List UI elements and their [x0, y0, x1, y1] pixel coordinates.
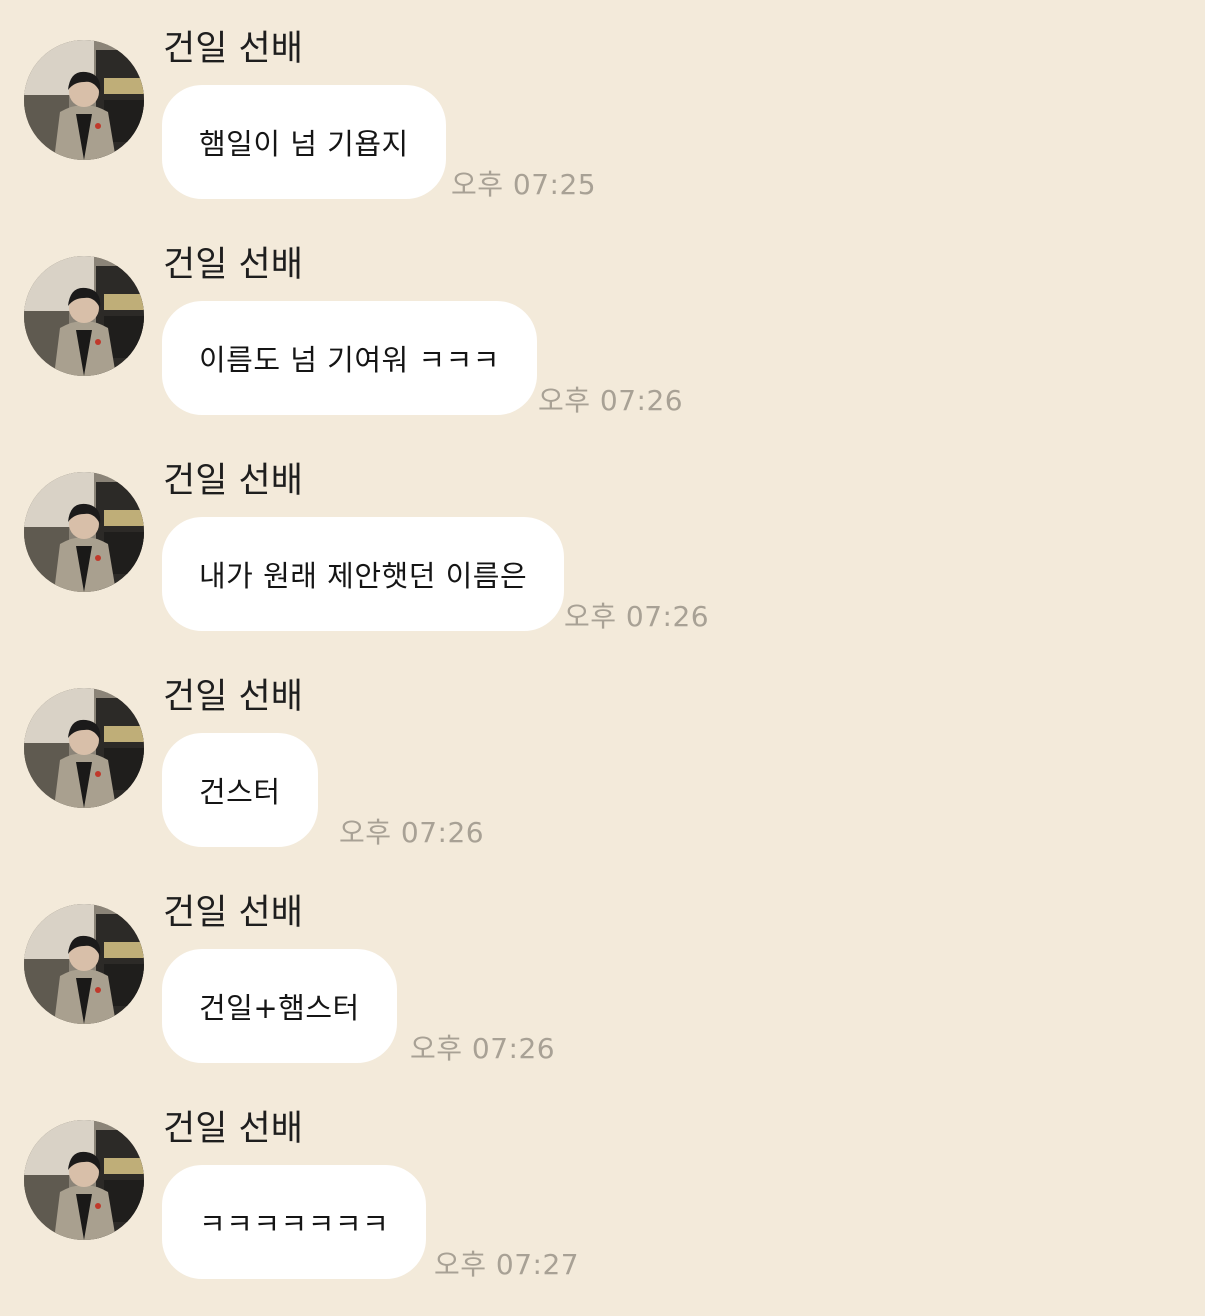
- chat-message: 건일 선배 건스터 오후 07:26: [0, 648, 1205, 849]
- chat-message: 건일 선배 햄일이 넘 기욥지 오후 07:25: [0, 0, 1205, 201]
- message-timestamp: 오후 07:26: [339, 816, 485, 849]
- message-bubble[interactable]: 건스터: [162, 733, 318, 847]
- sender-name: 건일 선배: [163, 29, 303, 69]
- sender-name: 건일 선배: [163, 1109, 303, 1149]
- sender-name: 건일 선배: [163, 245, 303, 285]
- sender-avatar[interactable]: [24, 472, 144, 592]
- message-bubble[interactable]: 이름도 넘 기여워 ㅋㅋㅋ: [162, 301, 537, 415]
- message-timestamp: 오후 07:27: [434, 1248, 580, 1281]
- message-bubble[interactable]: 내가 원래 제안햇던 이름은: [162, 517, 565, 631]
- message-text: 햄일이 넘 기욥지: [199, 127, 409, 161]
- sender-avatar[interactable]: [24, 40, 144, 160]
- message-bubble[interactable]: ㅋㅋㅋㅋㅋㅋㅋ: [162, 1165, 427, 1279]
- sender-name: 건일 선배: [163, 893, 303, 933]
- sender-avatar[interactable]: [24, 256, 144, 376]
- message-text: ㅋㅋㅋㅋㅋㅋㅋ: [199, 1207, 390, 1241]
- chat-message: 건일 선배 내가 원래 제안햇던 이름은 오후 07:26: [0, 432, 1205, 633]
- message-text: 이름도 넘 기여워 ㅋㅋㅋ: [199, 343, 500, 377]
- message-text: 건일+햄스터: [199, 991, 360, 1025]
- message-bubble[interactable]: 건일+햄스터: [162, 949, 397, 1063]
- sender-name: 건일 선배: [163, 677, 303, 717]
- message-text: 내가 원래 제안햇던 이름은: [199, 559, 528, 593]
- message-text: 건스터: [199, 775, 281, 809]
- sender-avatar[interactable]: [24, 688, 144, 808]
- message-timestamp: 오후 07:26: [410, 1032, 556, 1065]
- sender-avatar[interactable]: [24, 904, 144, 1024]
- message-timestamp: 오후 07:26: [538, 384, 684, 417]
- chat-message: 건일 선배 이름도 넘 기여워 ㅋㅋㅋ 오후 07:26: [0, 216, 1205, 417]
- chat-message: 건일 선배 건일+햄스터 오후 07:26: [0, 864, 1205, 1065]
- message-bubble[interactable]: 햄일이 넘 기욥지: [162, 85, 446, 199]
- message-timestamp: 오후 07:26: [564, 600, 710, 633]
- sender-name: 건일 선배: [163, 461, 303, 501]
- message-timestamp: 오후 07:25: [451, 168, 597, 201]
- chat-message: 건일 선배 ㅋㅋㅋㅋㅋㅋㅋ 오후 07:27: [0, 1080, 1205, 1281]
- sender-avatar[interactable]: [24, 1120, 144, 1240]
- chat-message-list[interactable]: 건일 선배 햄일이 넘 기욥지 오후 07:25 건일 선배 이름도 넘 기여워…: [0, 0, 1205, 1316]
